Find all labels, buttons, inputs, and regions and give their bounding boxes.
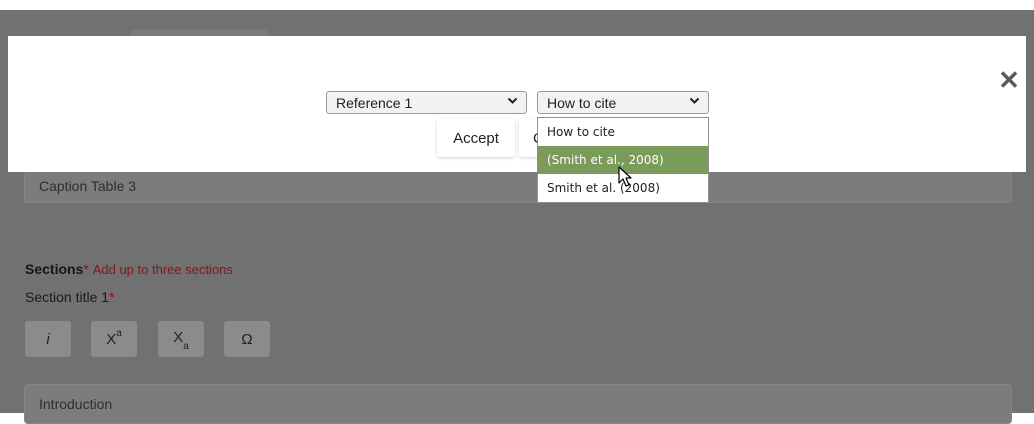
section-title-required-star: * xyxy=(109,289,115,305)
special-character-button[interactable]: Ω xyxy=(224,321,270,357)
subscript-icon: Xa xyxy=(173,329,189,352)
sections-note: Add up to three sections xyxy=(92,262,233,277)
superscript-button[interactable]: Xa xyxy=(91,321,137,357)
caption-field[interactable]: Caption Table 3 xyxy=(24,168,1012,203)
accept-button[interactable]: Accept xyxy=(437,119,515,157)
top-strip xyxy=(0,0,1034,10)
mouse-pointer-icon xyxy=(618,166,634,188)
sections-heading: Sections* Add up to three sections xyxy=(25,261,233,277)
chevron-down-icon xyxy=(507,95,518,109)
dropdown-option[interactable]: How to cite xyxy=(538,118,708,146)
cite-style-dropdown: How to cite (Smith et al., 2008) Smith e… xyxy=(537,117,709,203)
chevron-down-icon xyxy=(689,95,700,109)
cite-style-select-value: How to cite xyxy=(547,94,617,111)
introduction-field-value: Introduction xyxy=(39,396,113,412)
subscript-button[interactable]: Xa xyxy=(158,321,204,357)
section-title-label: Section title 1* xyxy=(25,289,115,305)
introduction-field[interactable]: Introduction xyxy=(24,384,1012,424)
sections-label: Sections xyxy=(25,261,84,277)
omega-icon: Ω xyxy=(241,330,253,348)
caption-field-value: Caption Table 3 xyxy=(39,177,137,194)
section-title-text: Section title 1 xyxy=(25,289,110,305)
superscript-icon: Xa xyxy=(106,328,122,348)
close-icon[interactable]: ✕ xyxy=(995,66,1023,94)
italic-button[interactable]: i xyxy=(25,321,71,357)
reference-select-value: Reference 1 xyxy=(336,94,413,111)
required-star: * xyxy=(83,261,89,277)
reference-select[interactable]: Reference 1 xyxy=(326,91,527,114)
accept-button-label: Accept xyxy=(453,129,499,147)
cite-style-select[interactable]: How to cite xyxy=(537,91,709,114)
italic-icon: i xyxy=(46,330,50,348)
